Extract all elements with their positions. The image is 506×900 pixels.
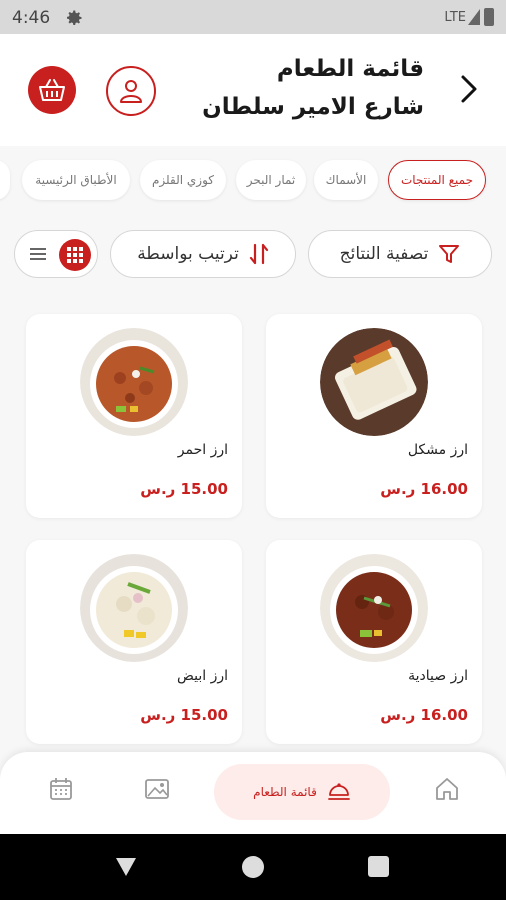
branch-address: شارع الامير سلطان [202,94,424,120]
profile-button[interactable] [106,66,156,116]
product-image-white-rice [80,554,188,662]
product-name: ارز صيادية [408,668,468,684]
sort-label: ترتيب بواسطة [137,244,239,264]
product-name: ارز مشكل [407,442,468,458]
calendar-icon [50,778,72,800]
product-price: 15.00 ر.س [140,706,228,724]
product-price: 15.00 ر.س [140,480,228,498]
tab-fish[interactable]: الأسماك [314,160,378,200]
product-price: 16.00 ر.س [380,706,468,724]
gallery-icon [145,779,169,799]
nav-calendar[interactable] [46,774,76,804]
product-card[interactable]: ارز مشكل 16.00 ر.س [266,314,482,518]
status-time: 4:46 [12,8,51,28]
sort-button[interactable]: ترتيب بواسطة [110,230,296,278]
grid-view-button[interactable] [59,239,91,271]
back-button[interactable] [454,72,484,106]
header: قائمة الطعام شارع الامير سلطان [0,34,506,146]
list-view-icon[interactable] [29,245,47,263]
system-nav-bar [0,834,506,900]
view-toggle [14,230,98,278]
product-card[interactable]: ارز ابيض 15.00 ر.س [26,540,242,744]
tab-more[interactable] [0,160,10,200]
tab-seafood[interactable]: ثمار البحر [236,160,306,200]
product-card[interactable]: ارز احمر 15.00 ر.س [26,314,242,518]
product-name: ارز احمر [177,442,228,458]
menu-icon [327,783,350,800]
system-recents-icon[interactable] [368,856,389,877]
nav-menu[interactable]: قائمة الطعام [214,764,390,820]
product-price: 16.00 ر.س [380,480,468,498]
product-image-red-rice [80,328,188,436]
tab-kozi[interactable]: كوزي القلزم [140,160,226,200]
status-bar: 4:46 LTE [0,0,506,34]
product-image-mixed-rice [320,328,428,436]
settings-gear-icon [67,10,82,26]
filter-icon [439,245,460,263]
nav-gallery[interactable] [142,774,172,804]
battery-icon [484,8,494,26]
system-back-icon[interactable] [114,856,138,878]
system-home-icon[interactable] [242,856,264,878]
home-icon [436,778,458,800]
filter-button[interactable]: تصفية النتائج [308,230,492,278]
filter-label: تصفية النتائج [339,244,429,264]
page-title: قائمة الطعام [276,56,424,82]
product-image-sayadieh-rice [320,554,428,662]
bottom-nav: قائمة الطعام [0,752,506,834]
nav-menu-label: قائمة الطعام [253,785,317,799]
nav-home[interactable] [432,774,462,804]
category-tabs: جميع المنتجات الأسماك ثمار البحر كوزي ال… [0,160,506,204]
grid-view-icon [67,247,83,263]
tab-main-dishes[interactable]: الأطباق الرئيسية [22,160,130,200]
user-icon [120,80,142,103]
sort-icon [249,243,268,265]
signal-icon [468,9,480,25]
cart-button[interactable] [28,66,76,114]
network-label: LTE [444,10,466,25]
product-card[interactable]: ارز صيادية 16.00 ر.س [266,540,482,744]
chevron-right-icon [461,75,477,103]
basket-icon [39,79,65,101]
product-name: ارز ابيض [176,668,228,684]
tab-all-products[interactable]: جميع المنتجات [388,160,486,200]
